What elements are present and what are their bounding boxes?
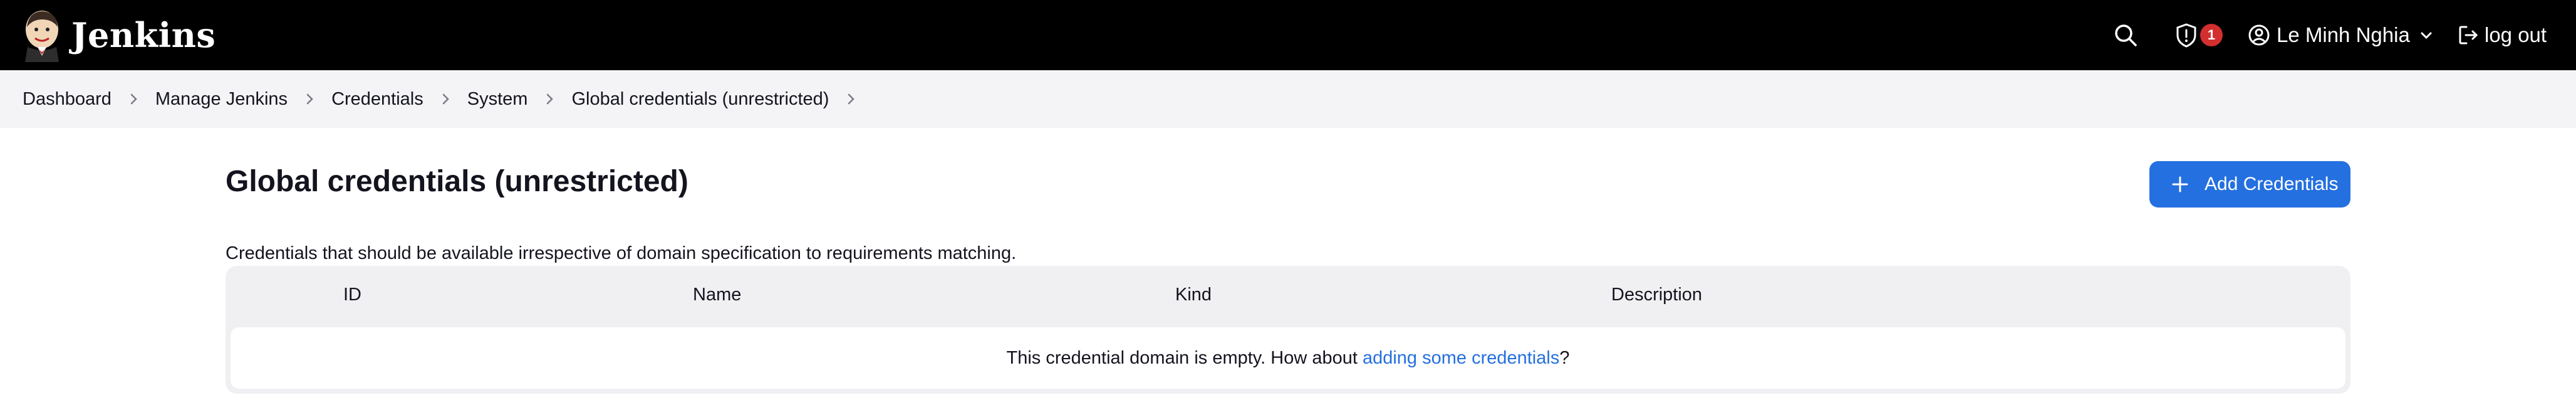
empty-state-row: This credential domain is empty. How abo… (231, 327, 2345, 389)
breadcrumb-credentials[interactable]: Credentials (331, 89, 423, 110)
breadcrumb-system[interactable]: System (467, 89, 528, 110)
breadcrumb-global-credentials[interactable]: Global credentials (unrestricted) (571, 89, 829, 110)
brand-link[interactable]: Jenkins (21, 0, 216, 70)
brand-name: Jenkins (71, 15, 216, 55)
page-title: Global credentials (unrestricted) (226, 165, 688, 198)
breadcrumb-dashboard[interactable]: Dashboard (23, 89, 112, 110)
breadcrumb-manage-jenkins[interactable]: Manage Jenkins (155, 89, 288, 110)
chevron-down-icon[interactable] (2419, 28, 2434, 43)
empty-state-suffix: ? (1559, 347, 1570, 368)
search-icon (2115, 24, 2137, 46)
column-header-name[interactable]: Name (693, 285, 741, 305)
chevron-right-icon (423, 92, 467, 106)
user-menu[interactable]: Le Minh Nghia (2248, 0, 2434, 70)
column-header-id[interactable]: ID (343, 285, 361, 305)
breadcrumb: Dashboard Manage Jenkins Credentials Sys… (0, 70, 2576, 128)
security-count-badge: 1 (2200, 24, 2223, 46)
chevron-right-icon (527, 92, 571, 106)
logout-label: log out (2485, 23, 2547, 46)
empty-state-text: This credential domain is empty. How abo… (1006, 347, 1363, 368)
column-header-kind[interactable]: Kind (1175, 285, 1212, 305)
top-header: Jenkins 1 Le Minh Nghia log out (0, 0, 2576, 70)
chevron-right-icon[interactable] (829, 92, 873, 106)
domain-description: Credentials that should be available irr… (226, 243, 1017, 263)
chevron-right-icon (112, 92, 155, 106)
column-header-description[interactable]: Description (1611, 285, 1702, 305)
user-circle-icon (2248, 24, 2270, 46)
add-credentials-link[interactable]: adding some credentials (1363, 348, 1559, 369)
chevron-right-icon (288, 92, 331, 106)
plus-icon (2172, 176, 2188, 192)
add-credentials-label: Add Credentials (2205, 174, 2339, 194)
shield-alert-icon (2176, 23, 2196, 48)
user-name: Le Minh Nghia (2277, 23, 2410, 46)
security-alerts-button[interactable]: 1 (2175, 0, 2223, 70)
logout-button[interactable]: log out (2457, 0, 2547, 70)
search-button[interactable] (2114, 0, 2137, 70)
add-credentials-button[interactable]: Add Credentials (2149, 161, 2350, 208)
credentials-table: ID Name Kind Description This credential… (226, 266, 2350, 394)
logout-icon (2459, 26, 2478, 45)
jenkins-logo-icon (25, 11, 59, 62)
